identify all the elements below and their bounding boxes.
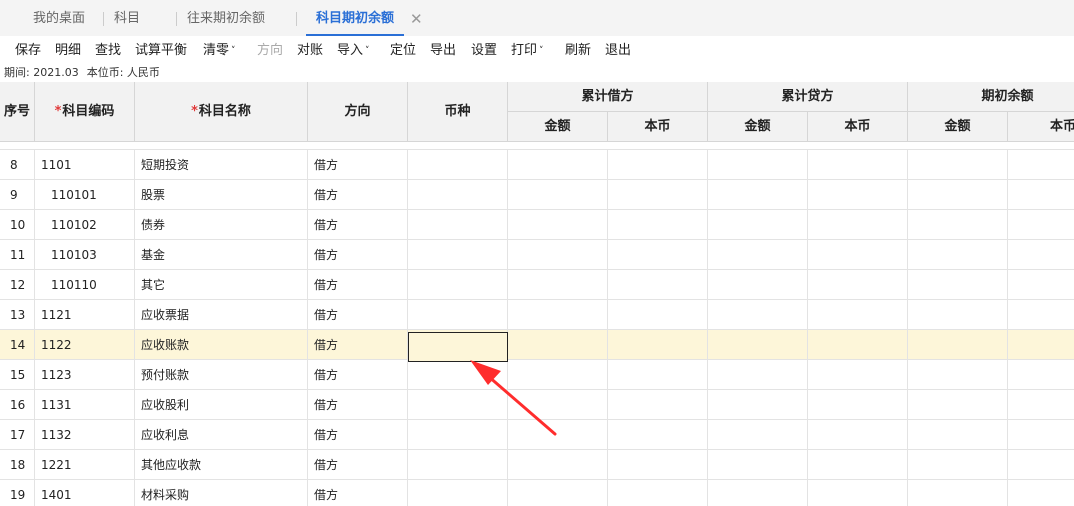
import-button[interactable]: 导入 ˅: [337, 41, 370, 61]
close-icon[interactable]: ✕: [410, 0, 423, 36]
tab-ar-opening-balance[interactable]: 往来期初余额: [187, 0, 265, 36]
red-arrow-annotation: [470, 360, 557, 436]
arrow-shaft: [486, 374, 557, 436]
period-info: 期间: 2021.03 本位币: 人民币: [4, 66, 168, 80]
direction-button[interactable]: 方向: [257, 41, 283, 61]
tab-subjects[interactable]: 科目: [114, 0, 140, 36]
tab-separator: [103, 12, 104, 26]
toolbar: 保存 明细 查找 试算平衡 清零 ˅ 方向 对账 导入 ˅ 定位 导出 设置 打印 ˅…: [0, 36, 1074, 64]
detail-button[interactable]: 明细: [55, 41, 81, 61]
base-currency-label: 本位币: 人民币: [86, 66, 160, 79]
reconcile-button[interactable]: 对账: [297, 41, 323, 61]
tab-my-desktop[interactable]: 我的桌面: [33, 0, 85, 36]
chevron-down-icon: ˅: [231, 46, 236, 56]
save-button[interactable]: 保存: [15, 41, 41, 61]
exit-button[interactable]: 退出: [605, 41, 631, 61]
locate-button[interactable]: 定位: [390, 41, 416, 61]
find-button[interactable]: 查找: [95, 41, 121, 61]
trial-balance-button[interactable]: 试算平衡: [135, 41, 187, 61]
period-label: 期间: 2021.03: [4, 66, 79, 79]
tab-subject-opening-balance[interactable]: 科目期初余额: [306, 0, 404, 36]
print-button[interactable]: 打印 ˅: [511, 41, 544, 61]
tab-separator: [296, 12, 297, 26]
balance-grid: 序号 *科目编码 *科目名称 方向 币种 累计借方 累计贷方 期初余额 金额 本…: [0, 82, 1074, 506]
refresh-button[interactable]: 刷新: [565, 41, 591, 61]
settings-button[interactable]: 设置: [471, 41, 497, 61]
export-button[interactable]: 导出: [430, 41, 456, 61]
clear-button[interactable]: 清零 ˅: [203, 41, 236, 61]
tab-separator: [176, 12, 177, 26]
chevron-down-icon: ˅: [539, 46, 544, 56]
tab-bar: 我的桌面 科目 往来期初余额 科目期初余额 ✕: [0, 0, 1074, 36]
chevron-down-icon: ˅: [365, 46, 370, 56]
